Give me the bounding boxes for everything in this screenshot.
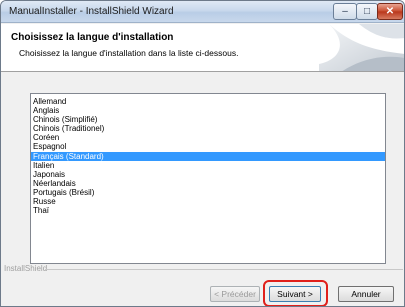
language-option[interactable]: Italien (31, 161, 385, 170)
language-option[interactable]: Coréen (31, 133, 385, 142)
language-option[interactable]: Chinois (Simplifié) (31, 115, 385, 124)
footer-divider (45, 269, 403, 270)
language-option[interactable]: Chinois (Traditionel) (31, 124, 385, 133)
next-button[interactable]: Suivant > (269, 286, 321, 302)
maximize-icon: □ (363, 5, 371, 17)
language-option[interactable]: Russe (31, 197, 385, 206)
installshield-header-graphic (319, 24, 404, 71)
language-option[interactable]: Néerlandais (31, 179, 385, 188)
language-option[interactable]: Allemand (31, 97, 385, 106)
close-button[interactable]: ✕ (377, 3, 403, 20)
page-title: Choisissez la langue d'installation (11, 32, 174, 43)
window-title: ManualInstaller - InstallShield Wizard (9, 6, 174, 17)
language-option[interactable]: Portugais (Brésil) (31, 188, 385, 197)
language-listbox[interactable]: Allemand Anglais Chinois (Simplifié) Chinoi… (30, 93, 386, 264)
language-option[interactable]: Espagnol (31, 142, 385, 151)
language-option[interactable]: Anglais (31, 106, 385, 115)
title-bar[interactable]: ManualInstaller - InstallShield Wizard –… (1, 1, 404, 23)
language-option[interactable]: Thaï (31, 206, 385, 215)
installshield-wizard-window: ManualInstaller - InstallShield Wizard –… (0, 0, 405, 307)
language-list: Allemand Anglais Chinois (Simplifié) Chinoi… (31, 94, 385, 215)
back-button[interactable]: < Précéder (210, 286, 260, 302)
installshield-group-label: InstallShield (4, 264, 48, 273)
language-option[interactable]: Japonais (31, 170, 385, 179)
language-option[interactable]: Français (Standard) (31, 151, 385, 161)
cancel-button[interactable]: Annuler (338, 286, 394, 302)
maximize-button[interactable]: □ (356, 3, 378, 20)
minimize-icon: – (342, 5, 348, 17)
page-subtitle: Choisissez la langue d'installation dans… (19, 48, 239, 58)
close-icon: ✕ (385, 5, 395, 17)
wizard-header: Choisissez la langue d'installation Choi… (1, 24, 404, 72)
minimize-button[interactable]: – (333, 3, 357, 20)
